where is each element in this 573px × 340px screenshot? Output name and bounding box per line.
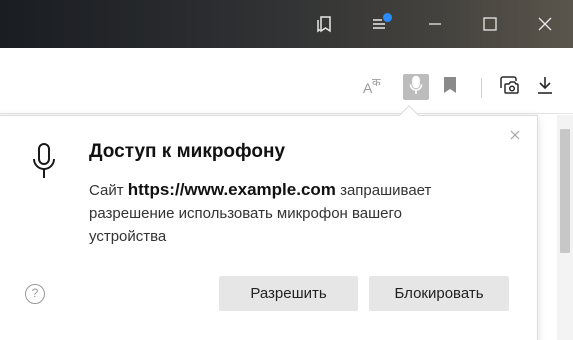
collections-button[interactable] — [310, 10, 340, 38]
menu-button[interactable] — [365, 10, 395, 38]
browser-toolbar: A क — [0, 60, 573, 114]
bookmark-button[interactable] — [437, 74, 463, 100]
collections-icon — [315, 14, 335, 34]
message-prefix: Сайт — [89, 182, 124, 199]
download-button[interactable] — [532, 74, 558, 100]
bookmark-icon — [443, 76, 457, 99]
download-icon — [535, 75, 555, 100]
minimize-icon — [427, 16, 443, 32]
help-icon[interactable]: ? — [25, 284, 45, 304]
microphone-button[interactable] — [403, 74, 429, 100]
site-url: https://www.example.com — [127, 180, 336, 199]
maximize-button[interactable] — [475, 10, 505, 38]
microphone-permission-popup: Доступ к микрофону Сайт https://www.exam… — [0, 115, 538, 340]
scrollbar-thumb[interactable] — [560, 129, 570, 253]
close-icon — [537, 16, 553, 32]
minimize-button[interactable] — [420, 10, 450, 38]
translate-icon: A क — [362, 74, 386, 101]
translate-button[interactable]: A क — [361, 74, 387, 100]
allow-button[interactable]: Разрешить — [219, 276, 358, 311]
notification-dot — [383, 13, 392, 22]
maximize-icon — [482, 16, 498, 32]
microphone-icon — [408, 75, 424, 100]
close-popup-icon[interactable] — [508, 128, 522, 142]
toolbar-divider — [481, 78, 482, 98]
screenshot-button[interactable] — [496, 74, 522, 100]
scrollbar[interactable] — [557, 115, 573, 340]
title-bar — [0, 0, 573, 48]
svg-text:क: क — [372, 76, 381, 89]
popup-title: Доступ к микрофону — [89, 141, 286, 162]
popup-message: Сайт https://www.example.com запрашивает… — [89, 178, 469, 248]
block-button[interactable]: Блокировать — [369, 276, 509, 311]
screenshot-icon — [498, 75, 520, 100]
close-window-button[interactable] — [530, 10, 560, 38]
microphone-icon — [31, 142, 57, 185]
